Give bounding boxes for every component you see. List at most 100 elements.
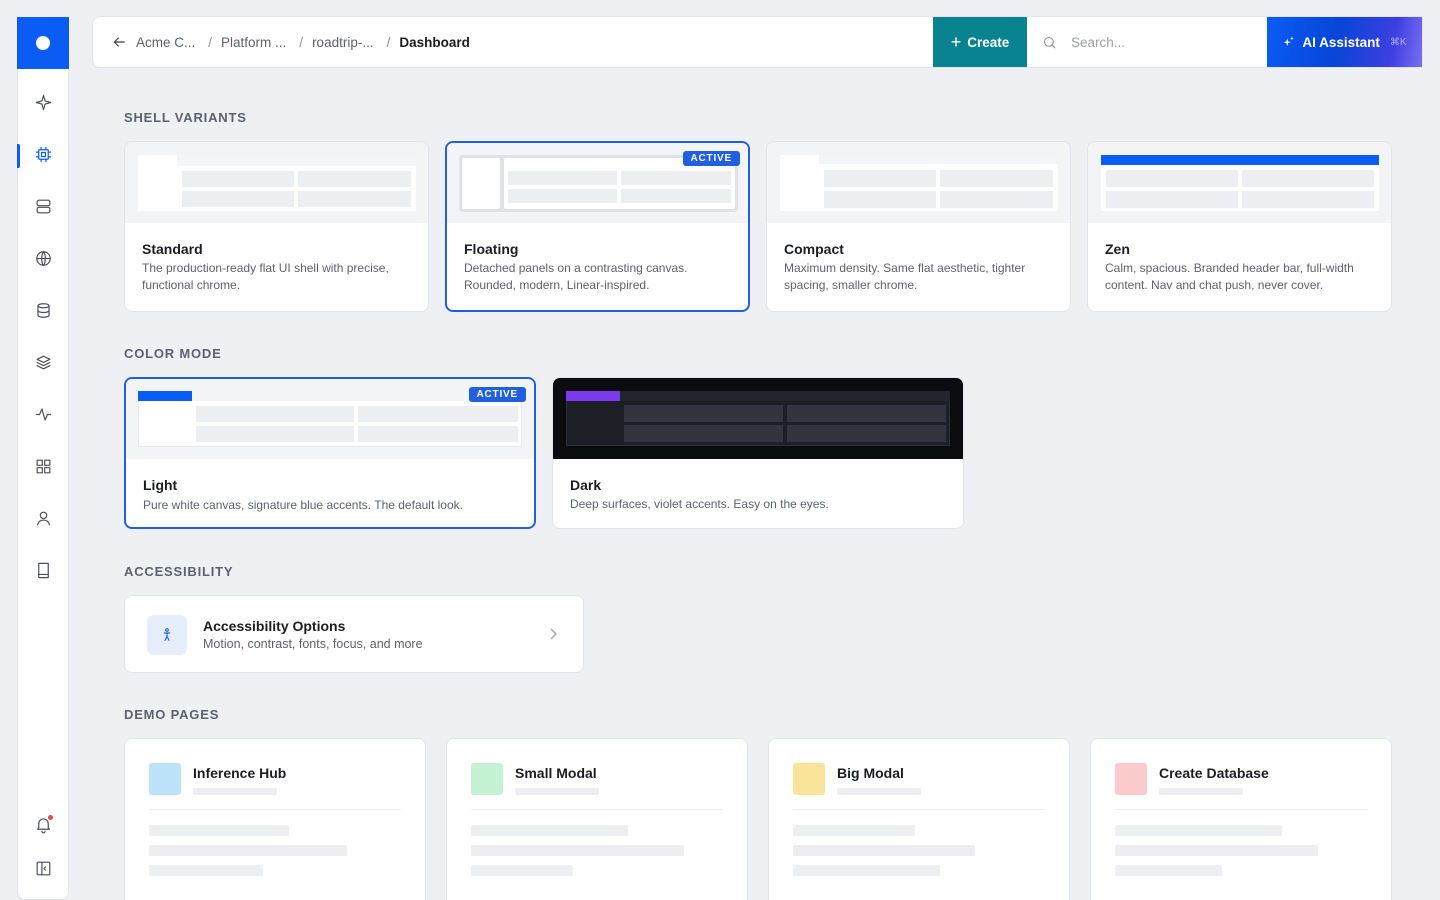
placeholder-line [471, 825, 628, 836]
card-title: Dark [570, 477, 602, 493]
preview-block [787, 425, 946, 442]
sparkle-icon [35, 94, 51, 110]
grid-icon [36, 459, 50, 473]
demo-color-swatch [1115, 763, 1147, 795]
placeholder-line [515, 788, 599, 795]
shell-preview [767, 142, 1070, 223]
breadcrumb-item[interactable]: Acme C... [136, 35, 195, 50]
breadcrumb-item[interactable]: Platform ... [221, 35, 286, 50]
preview-block [621, 171, 731, 185]
panel-toggle-icon [36, 861, 50, 875]
breadcrumb: Acme C... / Platform ... / roadtrip-... … [93, 17, 933, 67]
placeholder-line [149, 865, 263, 876]
nav-collapse[interactable] [18, 848, 68, 888]
shell-card-zen[interactable]: Zen Calm, spacious. Branded header bar, … [1087, 141, 1392, 312]
preview-block [196, 406, 354, 422]
preview-block [1106, 170, 1238, 187]
placeholder-line [1115, 845, 1318, 856]
accessibility-options-card[interactable]: Accessibility Options Motion, contrast, … [124, 595, 584, 673]
breadcrumb-item[interactable]: roadtrip-... [312, 35, 374, 50]
demo-title: Inference Hub [193, 765, 287, 781]
arrow-left-icon[interactable] [111, 34, 127, 50]
accessibility-icon-wrap [147, 615, 187, 655]
nav-databases[interactable] [18, 290, 68, 330]
nav-compute[interactable] [17, 134, 68, 174]
card-description: The production-ready flat UI shell with … [142, 261, 389, 292]
demo-card-small-modal[interactable]: Small Modal [446, 738, 748, 900]
preview-block [358, 406, 518, 422]
color-card-dark[interactable]: Dark Deep surfaces, violet accents. Easy… [552, 377, 964, 529]
shell-card-floating[interactable]: ACTIVE Floating Detached panels on a con… [445, 141, 750, 312]
preview-violet-bar [566, 391, 620, 401]
section-title-shell: SHELL VARIANTS [124, 110, 247, 125]
nav-layers[interactable] [18, 342, 68, 382]
demo-color-swatch [149, 763, 181, 795]
nav-apps[interactable] [18, 446, 68, 486]
breadcrumb-separator: / [208, 34, 213, 50]
section-title-demo: DEMO PAGES [124, 707, 220, 722]
preview-block [621, 189, 731, 203]
placeholder-line [1115, 825, 1282, 836]
nav-network[interactable] [18, 238, 68, 278]
preview-block [508, 189, 617, 203]
shell-card-compact[interactable]: Compact Maximum density. Same flat aesth… [766, 141, 1071, 312]
book-icon [37, 562, 49, 578]
accessibility-subtitle: Motion, contrast, fonts, focus, and more [203, 637, 423, 651]
preview-block [1242, 191, 1374, 208]
chevron-right-icon [550, 628, 557, 640]
shell-preview [125, 142, 428, 223]
demo-card-big-modal[interactable]: Big Modal [768, 738, 1070, 900]
preview-block [196, 426, 354, 442]
nav-docs[interactable] [18, 550, 68, 590]
preview-block [824, 191, 936, 208]
shell-card-standard[interactable]: Standard The production-ready flat UI sh… [124, 141, 429, 312]
preview-block [940, 191, 1053, 208]
nav-servers[interactable] [18, 186, 68, 226]
placeholder-line [1159, 788, 1243, 795]
search-box[interactable]: Search... [1027, 17, 1267, 67]
preview-block [787, 405, 946, 422]
card-description: Calm, spacious. Branded header bar, full… [1105, 261, 1354, 292]
placeholder-line [149, 845, 347, 856]
sparkles-icon [1284, 36, 1295, 47]
divider [1115, 809, 1367, 810]
color-card-light[interactable]: ACTIVE Light Pure white canvas, signatur… [124, 377, 536, 529]
card-title: Standard [142, 241, 203, 257]
demo-card-inference-hub[interactable]: Inference Hub [124, 738, 426, 900]
ai-assistant-button[interactable]: AI Assistant ⌘K [1267, 17, 1422, 67]
globe-icon [35, 250, 51, 266]
preview-block [182, 191, 294, 207]
preview-brand-bar [1101, 155, 1379, 165]
active-badge: ACTIVE [682, 151, 740, 166]
sidebar [17, 17, 69, 900]
nav-monitoring[interactable] [18, 394, 68, 434]
preview-block [940, 170, 1053, 187]
accessibility-icon [163, 628, 171, 641]
placeholder-line [471, 865, 573, 876]
chip-icon [35, 146, 51, 162]
card-description: Maximum density. Same flat aesthetic, ti… [784, 261, 1026, 292]
demo-color-swatch [471, 763, 503, 795]
preview-block [358, 426, 518, 442]
shell-preview [1088, 142, 1391, 223]
search-placeholder: Search... [1071, 34, 1126, 50]
search-icon [1043, 36, 1056, 49]
create-button[interactable]: + Create [933, 17, 1027, 67]
nav-notifications[interactable] [18, 804, 68, 844]
card-description: Deep surfaces, violet accents. Easy on t… [570, 497, 829, 511]
card-title: Compact [784, 241, 844, 257]
nav-account[interactable] [18, 498, 68, 538]
demo-title: Big Modal [837, 765, 904, 781]
preview-block [298, 171, 411, 187]
placeholder-line [793, 865, 940, 876]
divider [149, 809, 401, 810]
create-button-label: Create [967, 34, 1010, 50]
app-logo[interactable] [17, 17, 69, 69]
layers-icon [36, 355, 50, 369]
card-title: Zen [1105, 241, 1130, 257]
divider [793, 809, 1045, 810]
demo-card-create-database[interactable]: Create Database [1090, 738, 1392, 900]
nav-ai[interactable] [18, 82, 68, 122]
preview-block [824, 170, 936, 187]
preview-block [624, 425, 783, 442]
